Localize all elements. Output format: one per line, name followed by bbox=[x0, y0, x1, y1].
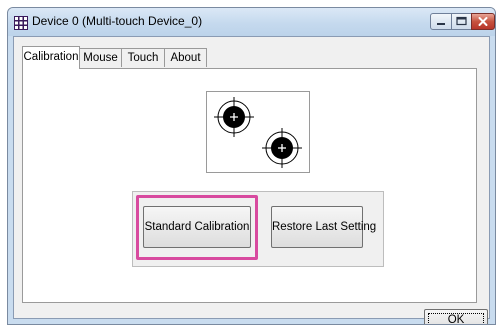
title-bar[interactable]: Device 0 (Multi-touch Device_0) bbox=[8, 8, 495, 36]
window-title: Device 0 (Multi-touch Device_0) bbox=[32, 14, 203, 28]
close-icon bbox=[478, 17, 488, 26]
minimize-button[interactable] bbox=[430, 13, 452, 30]
restore-last-setting-button[interactable]: Restore Last Setting bbox=[271, 206, 376, 248]
multi-touch-device-icon bbox=[14, 15, 28, 30]
calibration-target-icon bbox=[214, 97, 302, 168]
ok-button[interactable]: OK bbox=[424, 309, 488, 324]
maximize-button[interactable] bbox=[451, 13, 472, 30]
tab-about[interactable]: About bbox=[164, 48, 207, 67]
maximize-icon bbox=[456, 16, 467, 26]
device-window: Device 0 (Multi-touch Device_0) Calibrat… bbox=[7, 7, 496, 325]
close-button[interactable] bbox=[471, 13, 495, 30]
standard-calibration-button[interactable]: Standard Calibration bbox=[143, 206, 251, 248]
tab-mouse[interactable]: Mouse bbox=[79, 48, 122, 67]
focus-rectangle bbox=[428, 313, 484, 324]
calibration-preview bbox=[206, 91, 310, 173]
tab-calibration[interactable]: Calibration bbox=[22, 46, 80, 69]
dialog-client-area: Calibration Mouse Touch About Standard C… bbox=[13, 36, 490, 324]
tab-touch[interactable]: Touch bbox=[121, 48, 165, 67]
calibration-button-group: Standard Calibration Restore Last Settin… bbox=[132, 191, 384, 267]
minimize-icon bbox=[437, 23, 445, 25]
calibration-panel: Standard Calibration Restore Last Settin… bbox=[22, 68, 477, 303]
